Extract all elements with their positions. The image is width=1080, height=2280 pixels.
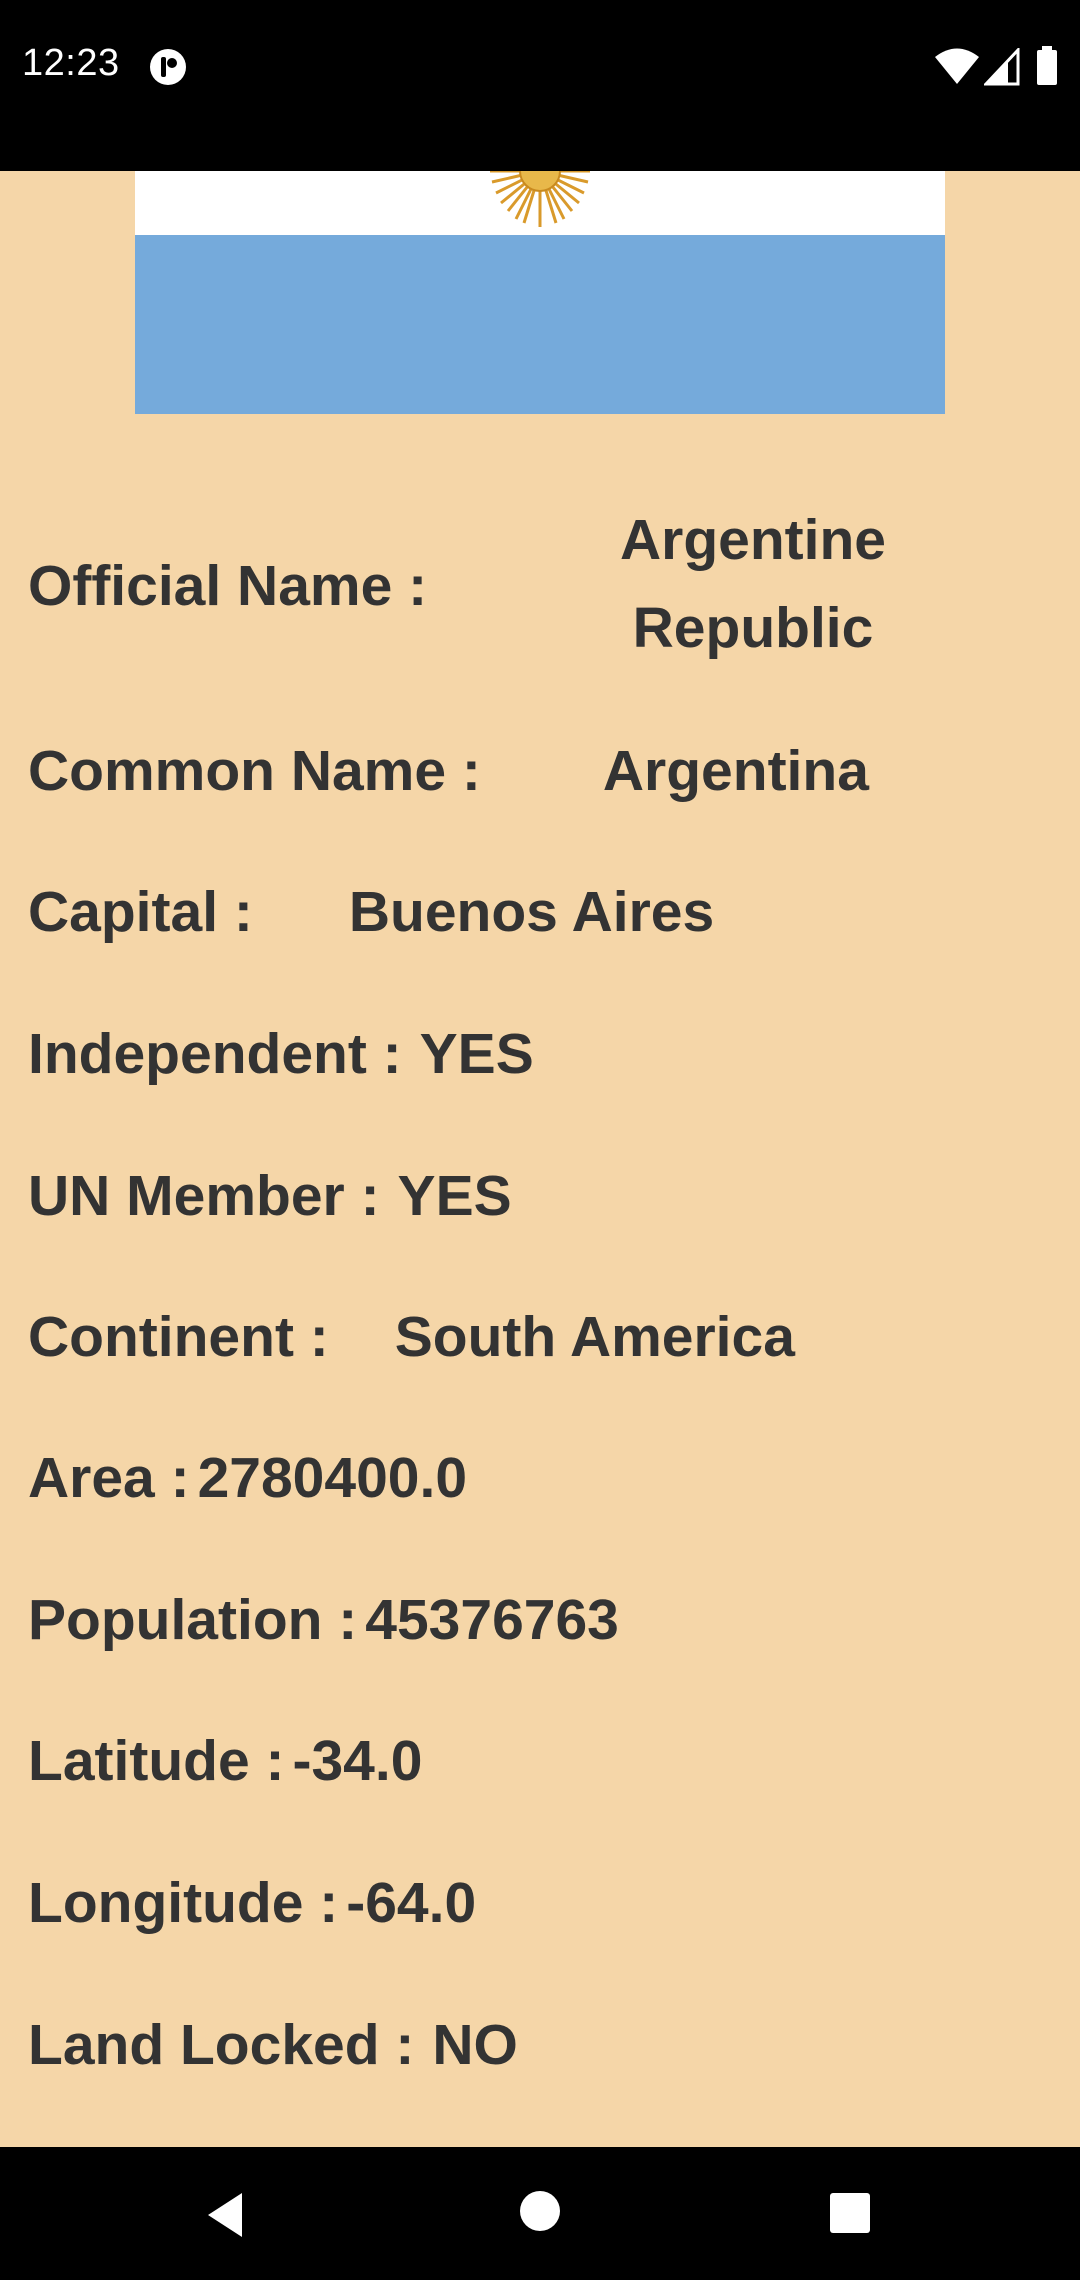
un-member-row: UN Member : YES — [28, 1151, 512, 1241]
official-name-row: Official Name : — [28, 541, 427, 631]
navigation-bar — [0, 2147, 1080, 2280]
country-detail-content[interactable]: Official Name : Argentine Republic Commo… — [0, 171, 1080, 2147]
cellular-signal-icon — [984, 48, 1020, 86]
latitude-row: Latitude : -34.0 — [28, 1716, 422, 1806]
continent-label: Continent : — [28, 1305, 329, 1369]
flag-blue-stripe — [135, 235, 945, 414]
population-label: Population : — [28, 1588, 358, 1652]
back-icon[interactable] — [200, 2189, 252, 2241]
independent-row: Independent : YES — [28, 1009, 534, 1099]
continent-value: South America — [394, 1305, 795, 1369]
wifi-icon — [935, 48, 979, 84]
latitude-label: Latitude : — [28, 1729, 285, 1793]
longitude-row: Longitude : -64.0 — [28, 1858, 476, 1948]
recents-icon[interactable] — [828, 2191, 872, 2235]
population-row: Population : 45376763 — [28, 1575, 619, 1665]
area-label: Area : — [28, 1446, 190, 1510]
country-flag-image — [135, 171, 945, 414]
capital-row: Capital : Buenos Aires — [28, 867, 714, 957]
official-name-value-line1: Argentine — [619, 508, 887, 572]
capital-value: Buenos Aires — [348, 880, 715, 944]
land-locked-label: Land Locked : — [28, 2013, 415, 2077]
population-value: 45376763 — [365, 1588, 619, 1652]
independent-value: YES — [419, 1022, 534, 1086]
common-name-label: Common Name : — [28, 739, 481, 803]
battery-icon — [1037, 46, 1057, 85]
common-name-value: Argentina — [602, 739, 869, 803]
official-name-label: Official Name : — [28, 554, 428, 618]
latitude-value: -34.0 — [292, 1729, 423, 1793]
capital-label: Capital : — [28, 880, 253, 944]
home-icon[interactable] — [518, 2189, 562, 2233]
longitude-value: -64.0 — [346, 1871, 477, 1935]
area-value: 2780400.0 — [197, 1446, 468, 1510]
sun-of-may-icon — [490, 171, 590, 227]
independent-label: Independent : — [28, 1022, 402, 1086]
common-name-row: Common Name : Argentina — [28, 726, 869, 816]
land-locked-row: Land Locked : NO — [28, 2000, 518, 2090]
land-locked-value: NO — [432, 2013, 518, 2077]
un-member-value: YES — [397, 1164, 512, 1228]
official-name-value: Argentine Republic — [563, 496, 943, 672]
status-time: 12:23 — [22, 42, 120, 84]
app-notification-icon — [150, 49, 186, 85]
official-name-value-line2: Republic — [632, 596, 874, 660]
longitude-label: Longitude : — [28, 1871, 339, 1935]
area-row: Area : 2780400.0 — [28, 1433, 467, 1523]
status-bar: 12:23 — [0, 0, 1080, 171]
un-member-label: UN Member : — [28, 1164, 380, 1228]
continent-row: Continent : South America — [28, 1292, 795, 1382]
